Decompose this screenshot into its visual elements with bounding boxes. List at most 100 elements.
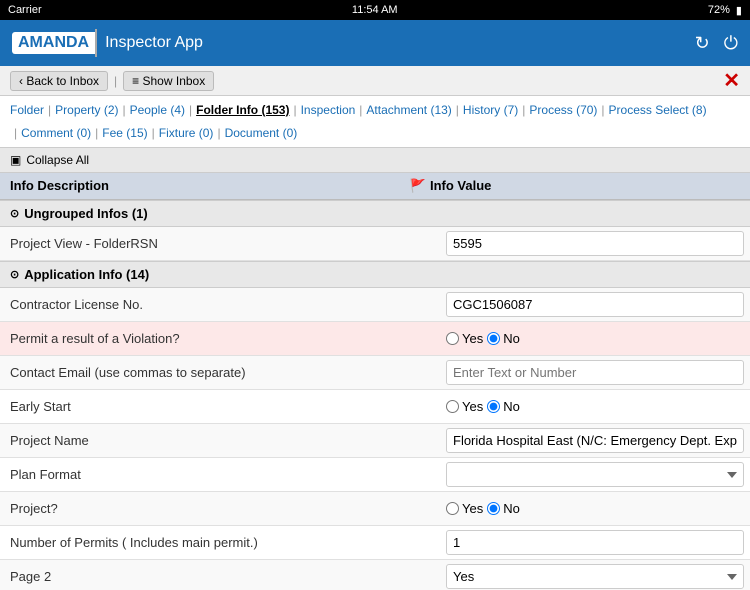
- radio-No-1-6[interactable]: [487, 502, 500, 515]
- section-collapse-icon-0: ⊙: [10, 207, 19, 220]
- power-icon[interactable]: ⏻: [724, 33, 738, 54]
- section-header-1[interactable]: ⊙ Application Info (14): [0, 261, 750, 288]
- radio-label-No[interactable]: No: [487, 399, 520, 414]
- select-1-5[interactable]: [446, 462, 744, 487]
- row-desc-1-0: Contractor License No.: [0, 291, 416, 318]
- app-logo: AMANDA Inspector App: [12, 29, 211, 57]
- battery-icon: ▮: [736, 4, 742, 17]
- section-collapse-icon-1: ⊙: [10, 268, 19, 281]
- nav-sep-r2-3: |: [217, 124, 220, 143]
- nav-sep-row2-start: |: [14, 124, 17, 143]
- row-value-cell-1-8: YesNo: [440, 560, 750, 590]
- row-value-cell-1-7: [440, 526, 750, 559]
- th-description: Info Description: [10, 178, 406, 194]
- text-input-1-2[interactable]: [446, 360, 744, 385]
- info-row-1-0: Contractor License No.: [0, 288, 750, 322]
- info-row-1-6: Project? Yes No: [0, 492, 750, 526]
- row-desc-1-5: Plan Format: [0, 461, 416, 488]
- nav-tab-1[interactable]: Property (2): [55, 101, 118, 120]
- show-inbox-label: ≡ Show Inbox: [132, 74, 205, 88]
- nav-tab-2[interactable]: People (4): [130, 101, 185, 120]
- carrier-label: Carrier: [8, 4, 42, 16]
- row-value-cell-1-1: Yes No: [440, 327, 750, 350]
- radio-Yes-1-6[interactable]: [446, 502, 459, 515]
- nav-tab-7[interactable]: Process (70): [529, 101, 597, 120]
- time-label: 11:54 AM: [352, 4, 398, 16]
- back-to-inbox-button[interactable]: ‹ Back to Inbox: [10, 71, 108, 91]
- text-input-0-0[interactable]: [446, 231, 744, 256]
- nav-sep: |: [123, 101, 126, 120]
- nav-tab-8[interactable]: Process Select (8): [609, 101, 707, 120]
- logo-inspector: Inspector App: [97, 32, 211, 54]
- info-row-0-0: Project View - FolderRSN: [0, 227, 750, 261]
- collapse-bar[interactable]: ▣ Collapse All: [0, 148, 750, 173]
- text-input-1-0[interactable]: [446, 292, 744, 317]
- row-desc-1-3: Early Start: [0, 393, 416, 420]
- radio-Yes-1-1[interactable]: [446, 332, 459, 345]
- th-value: Info Value: [430, 178, 740, 194]
- text-input-1-4[interactable]: [446, 428, 744, 453]
- text-input-1-7[interactable]: [446, 530, 744, 555]
- nav-tab-5[interactable]: Attachment (13): [366, 101, 451, 120]
- collapse-label: Collapse All: [26, 153, 89, 167]
- nav-sep-r2-1: |: [95, 124, 98, 143]
- row-value-cell-0-0: [440, 227, 750, 260]
- radio-label-Yes[interactable]: Yes: [446, 399, 483, 414]
- row-value-cell-1-5: [440, 458, 750, 491]
- radio-Yes-1-3[interactable]: [446, 400, 459, 413]
- radio-group-1-3: Yes No: [446, 399, 744, 414]
- row-desc-1-8: Page 2: [0, 563, 416, 590]
- row-desc-1-6: Project?: [0, 495, 416, 522]
- header-icons: ↻ ⏻: [695, 33, 738, 54]
- info-row-1-3: Early Start Yes No: [0, 390, 750, 424]
- radio-label-No[interactable]: No: [487, 331, 520, 346]
- collapse-icon: ▣: [10, 153, 21, 167]
- table-header: Info Description 🚩 Info Value: [0, 173, 750, 200]
- nav-tab-r2-0[interactable]: Comment (0): [21, 124, 91, 143]
- section-header-0[interactable]: ⊙ Ungrouped Infos (1): [0, 200, 750, 227]
- nav-sep: |: [293, 101, 296, 120]
- close-button[interactable]: ✕: [723, 68, 740, 93]
- row-value-cell-1-0: [440, 288, 750, 321]
- battery-label: 72%: [708, 4, 730, 16]
- radio-group-1-6: Yes No: [446, 501, 744, 516]
- refresh-icon[interactable]: ↻: [695, 33, 710, 54]
- nav-sep: |: [601, 101, 604, 120]
- nav-tab-0[interactable]: Folder: [10, 101, 44, 120]
- nav-row-1: Folder|Property (2)|People (4)|Folder In…: [10, 101, 740, 124]
- nav-sep: |: [456, 101, 459, 120]
- info-row-1-2: Contact Email (use commas to separate): [0, 356, 750, 390]
- row-desc-1-4: Project Name: [0, 427, 416, 454]
- nav-tab-r2-1[interactable]: Fee (15): [102, 124, 147, 143]
- radio-No-1-3[interactable]: [487, 400, 500, 413]
- row-desc-1-1: Permit a result of a Violation?: [0, 325, 416, 352]
- radio-No-1-1[interactable]: [487, 332, 500, 345]
- info-row-1-5: Plan Format: [0, 458, 750, 492]
- sub-divider: |: [114, 74, 117, 88]
- row-desc-1-7: Number of Permits ( Includes main permit…: [0, 529, 416, 556]
- nav-tabs: Folder|Property (2)|People (4)|Folder In…: [0, 96, 750, 148]
- radio-label-Yes[interactable]: Yes: [446, 501, 483, 516]
- row-value-cell-1-3: Yes No: [440, 395, 750, 418]
- select-1-8[interactable]: YesNo: [446, 564, 744, 589]
- info-row-1-4: Project Name: [0, 424, 750, 458]
- nav-sep: |: [189, 101, 192, 120]
- info-row-1-1: Permit a result of a Violation? Yes No: [0, 322, 750, 356]
- nav-tab-4[interactable]: Inspection: [301, 101, 356, 120]
- row-value-cell-1-2: [440, 356, 750, 389]
- nav-row-2: |Comment (0)|Fee (15)|Fixture (0)|Docume…: [10, 124, 740, 147]
- status-bar: Carrier 11:54 AM 72% ▮: [0, 0, 750, 20]
- show-inbox-button[interactable]: ≡ Show Inbox: [123, 71, 214, 91]
- row-desc-1-2: Contact Email (use commas to separate): [0, 359, 416, 386]
- radio-label-Yes[interactable]: Yes: [446, 331, 483, 346]
- row-value-cell-1-4: [440, 424, 750, 457]
- nav-tab-r2-3[interactable]: Document (0): [225, 124, 298, 143]
- nav-tab-6[interactable]: History (7): [463, 101, 518, 120]
- section-title-1: Application Info (14): [24, 267, 149, 282]
- main-content: ⊙ Ungrouped Infos (1)Project View - Fold…: [0, 200, 750, 590]
- back-label: ‹ Back to Inbox: [19, 74, 99, 88]
- radio-label-No[interactable]: No: [487, 501, 520, 516]
- logo-amanda: AMANDA: [12, 32, 95, 54]
- nav-tab-3[interactable]: Folder Info (153): [196, 101, 289, 120]
- nav-tab-r2-2[interactable]: Fixture (0): [159, 124, 214, 143]
